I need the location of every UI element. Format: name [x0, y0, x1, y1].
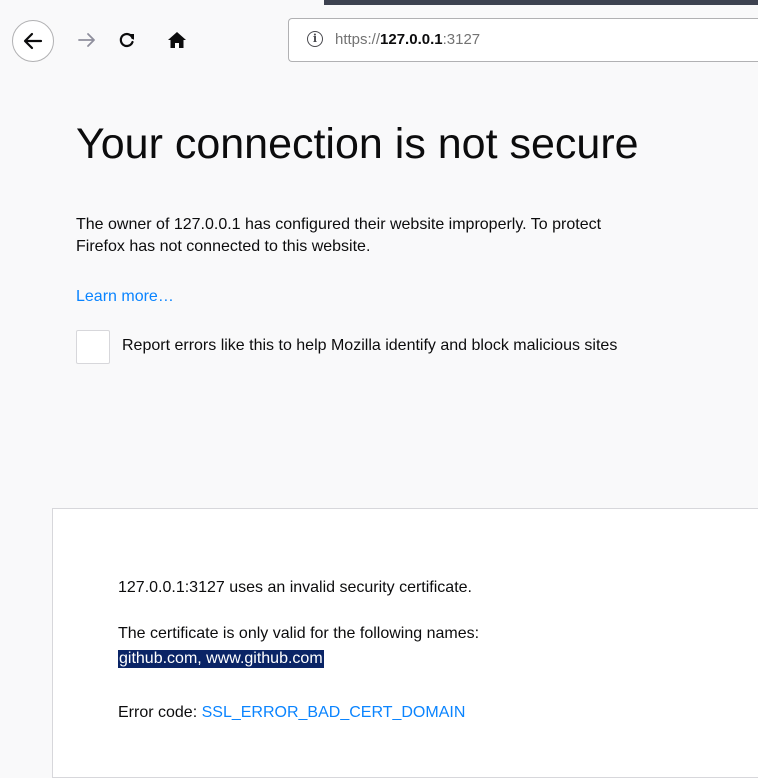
forward-button[interactable]	[72, 25, 102, 55]
home-icon	[167, 30, 187, 50]
page-title: Your connection is not secure	[76, 120, 639, 168]
invalid-certificate-text: 127.0.0.1:3127 uses an invalid security …	[118, 579, 472, 596]
back-button[interactable]	[12, 20, 54, 62]
error-code-line: Error code: SSL_ERROR_BAD_CERT_DOMAIN	[118, 704, 465, 722]
tab-strip	[0, 0, 324, 5]
arrow-left-icon	[22, 30, 44, 52]
url-bar[interactable]: i https://127.0.0.1:3127	[288, 18, 758, 62]
error-description: The owner of 127.0.0.1 has configured th…	[76, 214, 758, 258]
report-errors-label[interactable]: Report errors like this to help Mozilla …	[122, 337, 617, 355]
report-errors-row: Report errors like this to help Mozilla …	[76, 330, 758, 364]
advanced-panel: 127.0.0.1:3127 uses an invalid security …	[52, 508, 758, 778]
error-description-line-1: The owner of 127.0.0.1 has configured th…	[76, 216, 602, 233]
url-text[interactable]: https://127.0.0.1:3127	[335, 31, 480, 48]
error-description-line-2: Firefox has not connected to this websit…	[76, 238, 371, 255]
browser-toolbar: i https://127.0.0.1:3127	[0, 0, 758, 79]
error-code-label: Error code:	[118, 704, 202, 721]
active-tab-strip	[324, 0, 758, 5]
reload-button[interactable]	[112, 25, 142, 55]
arrow-right-icon	[77, 30, 97, 50]
error-code-link[interactable]: SSL_ERROR_BAD_CERT_DOMAIN	[202, 704, 466, 721]
info-icon[interactable]: i	[307, 31, 323, 47]
url-port: :3127	[442, 31, 481, 48]
reload-icon	[117, 30, 137, 50]
url-host: 127.0.0.1	[380, 31, 443, 48]
report-errors-checkbox[interactable]	[76, 330, 110, 364]
url-scheme: https://	[335, 31, 381, 48]
valid-names-selected: github.com, www.github.com	[118, 650, 324, 668]
home-button[interactable]	[162, 25, 192, 55]
valid-names-intro: The certificate is only valid for the fo…	[118, 625, 480, 642]
learn-more-link[interactable]: Learn more…	[76, 288, 174, 306]
